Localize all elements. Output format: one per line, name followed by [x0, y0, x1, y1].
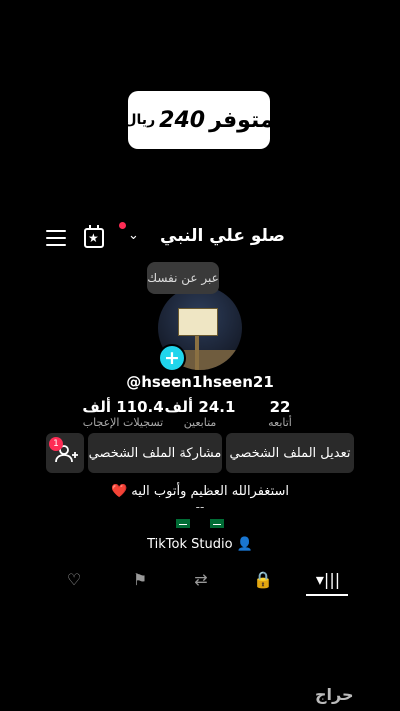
- stat-likes[interactable]: 110.4 ألف تسجيلات الإعجاب: [78, 398, 168, 429]
- friend-request-badge: 1: [49, 437, 63, 451]
- avatar-sign-image: [178, 308, 218, 336]
- stat-likes-label: تسجيلات الإعجاب: [82, 416, 164, 429]
- saudi-flag-icon: [209, 519, 224, 528]
- saudi-flag-icon: [176, 519, 191, 528]
- chevron-down-icon[interactable]: ⌄: [128, 228, 139, 243]
- tiktok-studio-link[interactable]: TikTok Studio 👤: [0, 537, 400, 552]
- active-tab-indicator: [306, 594, 348, 596]
- creator-calendar-icon[interactable]: ★: [84, 225, 104, 248]
- stat-followers-label: متابعين: [183, 416, 217, 429]
- stat-following-value: 22: [269, 398, 291, 416]
- stat-likes-value: 110.4 ألف: [82, 398, 164, 416]
- share-profile-button[interactable]: مشاركة الملف الشخصي: [88, 433, 222, 473]
- badge-word: متوفر: [209, 107, 274, 133]
- display-name[interactable]: صلو علي النبي: [160, 226, 285, 246]
- private-lock-tab-icon[interactable]: 🔒: [251, 568, 275, 592]
- price-badge: متوفر 240 ريال: [124, 91, 274, 149]
- studio-person-icon: 👤: [236, 537, 253, 552]
- haraj-watermark: حراج: [315, 685, 354, 704]
- stat-followers[interactable]: 24.1 ألف متابعين: [160, 398, 240, 429]
- stat-followers-value: 24.1 ألف: [164, 398, 236, 416]
- badge-currency: ريال: [124, 112, 156, 128]
- edit-profile-button[interactable]: تعديل الملف الشخصي: [226, 433, 354, 473]
- favorites-hidden-tab-icon[interactable]: ⚑: [128, 568, 152, 592]
- notification-dot: [119, 222, 126, 229]
- bio-prompt-tooltip[interactable]: عبر عن نفسك: [147, 262, 219, 294]
- badge-number: 240: [159, 107, 206, 133]
- studio-label: TikTok Studio: [147, 537, 233, 552]
- bio-line-2: --: [195, 500, 205, 514]
- menu-icon[interactable]: [46, 230, 66, 248]
- reposts-tab-icon[interactable]: ⇄: [189, 568, 213, 592]
- stat-following[interactable]: 22 أتابعه: [255, 398, 305, 429]
- flags-row: [0, 513, 400, 532]
- stat-following-label: أتابعه: [268, 416, 292, 429]
- bio-line-1: استغفرالله العظيم وأتوب اليه ❤️: [110, 484, 290, 499]
- profile-handle: @hseen1hseen21: [126, 373, 274, 391]
- videos-grid-tab-icon[interactable]: ▾|||: [314, 568, 342, 592]
- add-story-plus-icon[interactable]: +: [158, 344, 186, 372]
- liked-hidden-tab-icon[interactable]: ♡: [62, 568, 86, 592]
